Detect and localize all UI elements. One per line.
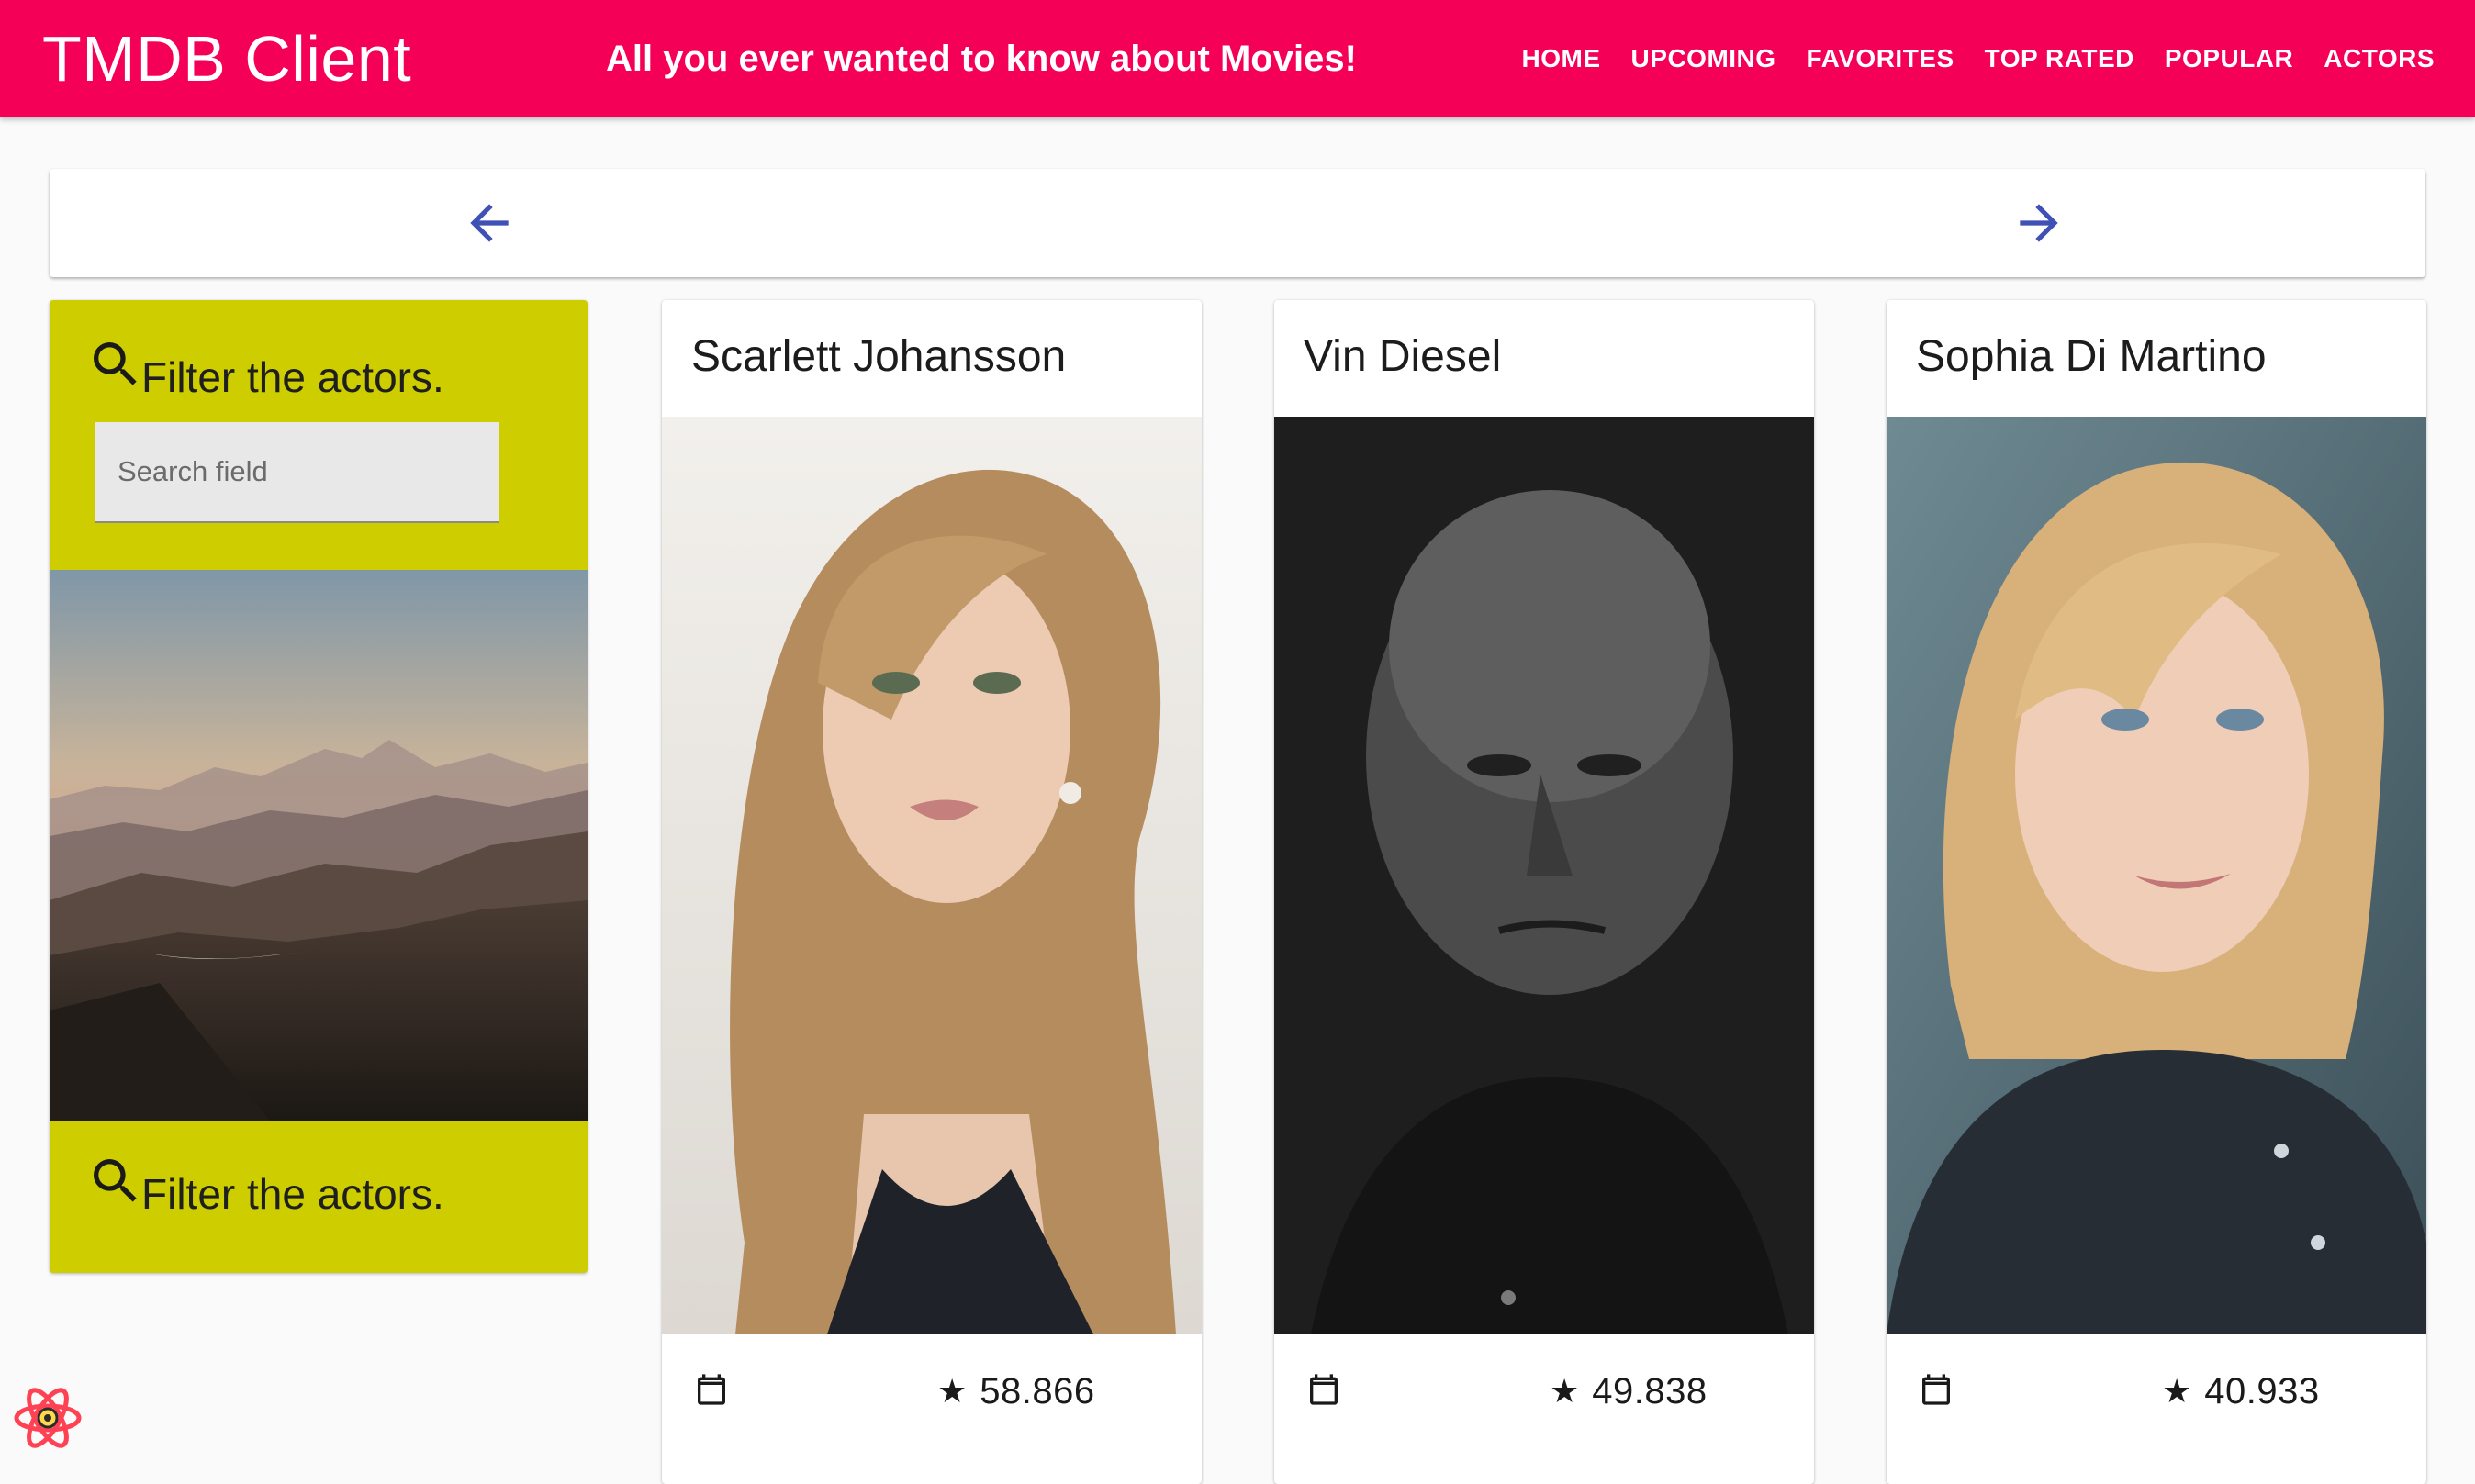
filter-footer: Filter the actors. <box>86 1152 444 1218</box>
actor-card-footer: ★ 40.933 <box>1887 1334 2426 1484</box>
nav-upcoming[interactable]: UPCOMING <box>1631 39 1776 79</box>
actor-rating: ★ 40.933 <box>2162 1371 2320 1411</box>
search-field-container <box>95 422 499 523</box>
pagination-bar <box>50 169 2425 277</box>
star-icon: ★ <box>1550 1372 1580 1410</box>
mountain-landscape-image <box>50 570 588 1121</box>
star-icon: ★ <box>2162 1372 2192 1410</box>
actor-rating: ★ 58.866 <box>937 1371 1095 1411</box>
actor-card-footer: ★ 58.866 <box>662 1334 1202 1484</box>
popularity-value: 40.933 <box>2204 1371 2320 1411</box>
actor-photo[interactable] <box>1274 417 1814 1334</box>
react-query-devtools-button[interactable] <box>11 1381 84 1455</box>
nav-home[interactable]: HOME <box>1522 39 1601 79</box>
app-bar: TMDB Client All you ever wanted to know … <box>0 0 2475 117</box>
actor-rating: ★ 49.838 <box>1550 1371 1708 1411</box>
filter-footer-title: Filter the actors. <box>141 1170 444 1218</box>
actor-card-footer: ★ 49.838 <box>1274 1334 1814 1484</box>
calendar-icon <box>1305 1371 1342 1408</box>
actor-card[interactable]: Vin Diesel ★ 49.838 <box>1274 300 1814 1484</box>
search-icon <box>94 342 137 385</box>
actor-card[interactable]: Scarlett Johansson ★ 58.866 <box>662 300 1202 1484</box>
actor-photo[interactable] <box>1887 417 2426 1334</box>
actor-name: Sophia Di Martino <box>1916 332 2267 381</box>
nav-actors[interactable]: ACTORS <box>2324 39 2435 79</box>
filter-title: Filter the actors. <box>141 353 444 401</box>
nav-favorites[interactable]: FAVORITES <box>1807 39 1954 79</box>
search-input[interactable] <box>95 422 499 521</box>
calendar-icon <box>693 1371 730 1408</box>
arrow-back-icon <box>470 204 509 242</box>
actor-photo[interactable] <box>662 417 1202 1334</box>
actor-name: Vin Diesel <box>1304 332 1502 381</box>
filter-header: Filter the actors. <box>86 335 444 401</box>
react-logo-icon <box>14 1388 82 1448</box>
calendar-icon <box>1918 1371 1954 1408</box>
star-icon: ★ <box>937 1372 968 1410</box>
popularity-value: 49.838 <box>1592 1371 1708 1411</box>
actor-card[interactable]: Sophia Di Martino ★ 40.933 <box>1887 300 2426 1484</box>
main-nav: HOME UPCOMING FAVORITES TOP RATED POPULA… <box>1492 39 2435 79</box>
actor-name: Scarlett Johansson <box>691 332 1067 381</box>
app-title: TMDB Client <box>42 23 412 95</box>
nav-popular[interactable]: POPULAR <box>2165 39 2293 79</box>
arrow-forward-icon <box>2020 204 2058 242</box>
popularity-value: 58.866 <box>980 1371 1095 1411</box>
nav-top-rated[interactable]: TOP RATED <box>1985 39 2134 79</box>
filter-card: Filter the actors. Search field Filter t… <box>50 300 588 1273</box>
next-page-button[interactable] <box>2010 195 2067 251</box>
previous-page-button[interactable] <box>461 195 518 251</box>
search-icon <box>94 1159 137 1202</box>
app-tagline: All you ever wanted to know about Movies… <box>606 39 1357 79</box>
